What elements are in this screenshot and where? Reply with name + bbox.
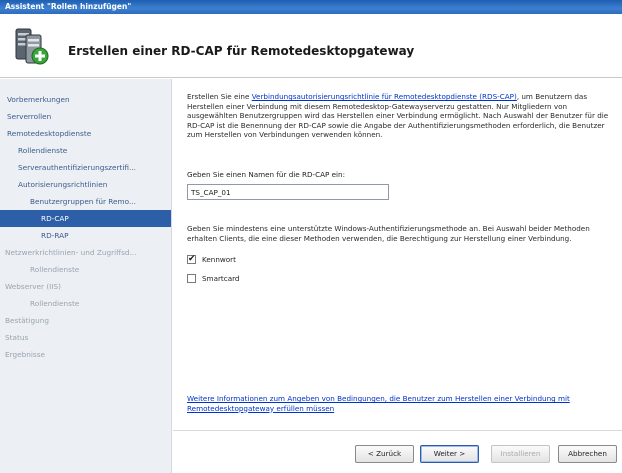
intro-text-pre: Erstellen Sie eine bbox=[187, 92, 252, 101]
password-checkbox-row[interactable]: ✔ Kennwort bbox=[187, 253, 236, 265]
window-titlebar[interactable]: Assistent "Rollen hinzufügen" bbox=[0, 0, 622, 14]
nav-item-rollendienste-nps: Rollendienste bbox=[30, 265, 80, 274]
password-checkbox[interactable]: ✔ bbox=[187, 253, 196, 264]
nav-item-status: Status bbox=[5, 333, 29, 342]
back-button[interactable]: < Zurück bbox=[355, 445, 414, 463]
wizard-content: Erstellen Sie eine Verbindungsautorisier… bbox=[173, 79, 622, 473]
nav-item-netzwerkrichtlinien: Netzwerkrichtlinien- und Zugriffsd... bbox=[5, 248, 137, 257]
more-info-link[interactable]: Weitere Informationen zum Angeben von Be… bbox=[187, 394, 619, 413]
nav-item-rd-rap[interactable]: RD-RAP bbox=[0, 227, 171, 244]
nav-item-rollendienste-rds[interactable]: Rollendienste bbox=[0, 142, 171, 159]
intro-text: Erstellen Sie eine Verbindungsautorisier… bbox=[187, 92, 619, 140]
cap-name-label: Geben Sie einen Namen für die RD-CAP ein… bbox=[187, 170, 346, 179]
page-title: Erstellen einer RD-CAP für Remotedesktop… bbox=[68, 44, 415, 58]
nav-item-vorbemerkungen[interactable]: Vorbemerkungen bbox=[0, 91, 171, 108]
smartcard-checkbox-row[interactable]: Smartcard bbox=[187, 272, 240, 284]
cap-name-input[interactable] bbox=[187, 184, 389, 200]
auth-method-text: Geben Sie mindestens eine unterstützte W… bbox=[187, 224, 590, 243]
server-roles-icon bbox=[15, 28, 49, 65]
install-button: Installieren bbox=[491, 445, 550, 463]
smartcard-checkbox-label[interactable]: Smartcard bbox=[202, 274, 240, 283]
cancel-button[interactable]: Abbrechen bbox=[558, 445, 617, 463]
nav-item-bestaetigung: Bestätigung bbox=[5, 316, 50, 325]
nav-item-webserver-iis: Webserver (IIS) bbox=[5, 282, 61, 291]
wizard-steps-sidebar: Vorbemerkungen Serverrollen Remotedeskto… bbox=[0, 79, 172, 473]
wizard-header: Erstellen einer RD-CAP für Remotedesktop… bbox=[0, 14, 622, 78]
nav-item-rd-cap[interactable]: RD-CAP bbox=[0, 210, 171, 227]
nav-item-remotedesktopdienste[interactable]: Remotedesktopdienste bbox=[0, 125, 171, 142]
password-checkbox-label[interactable]: Kennwort bbox=[202, 255, 236, 264]
window-title: Assistent "Rollen hinzufügen" bbox=[5, 2, 132, 11]
rds-cap-help-link[interactable]: Verbindungsautorisierungsrichtlinie für … bbox=[252, 92, 517, 101]
nav-item-autorisierungsrichtlinien[interactable]: Autorisierungsrichtlinien bbox=[0, 176, 171, 193]
button-bar: < Zurück Weiter > Installieren Abbrechen bbox=[173, 430, 622, 473]
nav-item-rollendienste-iis: Rollendienste bbox=[30, 299, 80, 308]
nav-item-serverauthentifizierung[interactable]: Serverauthentifizierungszertifi... bbox=[0, 159, 171, 176]
nav-item-ergebnisse: Ergebnisse bbox=[5, 350, 45, 359]
next-button[interactable]: Weiter > bbox=[420, 445, 479, 463]
nav-item-benutzergruppen[interactable]: Benutzergruppen für Remo... bbox=[0, 193, 171, 210]
checkmark-icon: ✔ bbox=[188, 253, 196, 264]
smartcard-checkbox[interactable] bbox=[187, 273, 196, 283]
nav-item-serverrollen[interactable]: Serverrollen bbox=[0, 108, 171, 125]
